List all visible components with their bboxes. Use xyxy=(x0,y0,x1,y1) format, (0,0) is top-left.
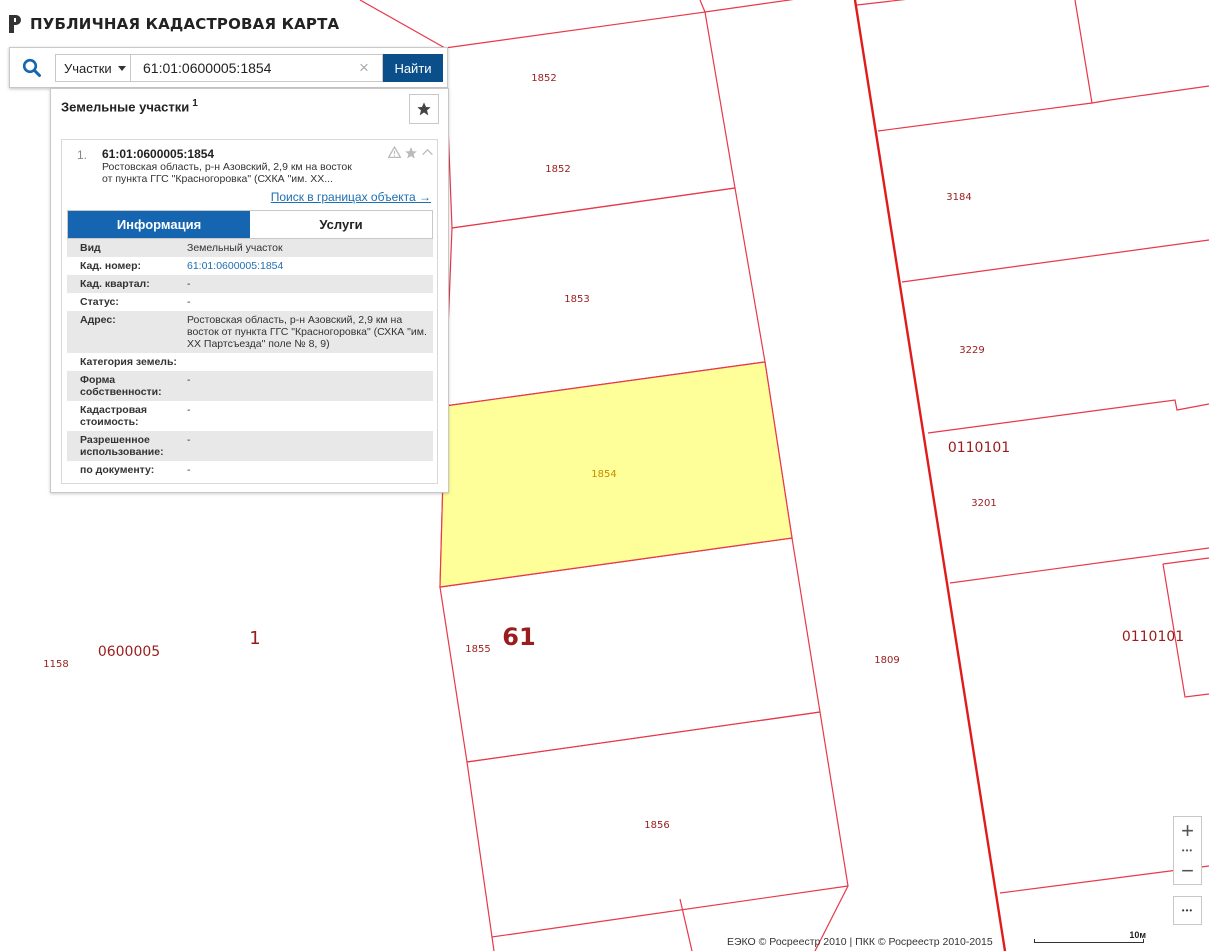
result-cad-number[interactable]: 61:01:0600005:1854 xyxy=(102,147,214,161)
chevron-up-icon[interactable] xyxy=(421,146,434,165)
info-value xyxy=(187,353,433,371)
parcel-1852[interactable] xyxy=(444,11,736,229)
more-button[interactable]: ••• xyxy=(1173,896,1202,925)
info-row: Кад. квартал: - xyxy=(67,275,433,293)
result-address: Ростовская область, р-н Азовский, 2,9 км… xyxy=(102,161,372,185)
info-key: Форма собственности: xyxy=(80,374,162,398)
info-row: Кад. номер: 61:01:0600005:1854 xyxy=(67,257,433,275)
info-row: Вид Земельный участок xyxy=(67,239,433,257)
info-row: Кадастровая стоимость: - xyxy=(67,401,433,431)
info-table: Вид Земельный участок Кад. номер: 61:01:060… xyxy=(67,239,433,479)
favorites-button[interactable] xyxy=(409,94,439,124)
region-label: 61 xyxy=(502,623,535,651)
zoom-out-button[interactable]: − xyxy=(1174,857,1201,884)
address-line: Ростовская область, р-н Азовский, 2,9 км… xyxy=(102,161,352,173)
results-count: 1 xyxy=(192,98,198,109)
zoom-in-button[interactable]: + xyxy=(1174,817,1201,844)
info-key: по документу: xyxy=(80,464,155,476)
info-value[interactable]: 61:01:0600005:1854 xyxy=(187,257,433,275)
parcel-label: 1853 xyxy=(564,294,589,305)
chevron-down-icon xyxy=(117,65,126,71)
search-input[interactable]: 61:01:0600005:1854 xyxy=(131,54,383,82)
info-value: - xyxy=(187,278,191,290)
search-bar: Участки 61:01:0600005:1854 × Найти xyxy=(9,47,448,88)
star-icon xyxy=(417,102,431,116)
tab-information[interactable]: Информация xyxy=(68,211,250,238)
info-key: Кадастровая стоимость: xyxy=(80,404,147,428)
info-value: Ростовская область, р-н Азовский, 2,9 км… xyxy=(187,314,427,350)
info-value: - xyxy=(187,296,191,308)
quarter-label: 0110101 xyxy=(1122,629,1184,645)
info-row: Категория земель: xyxy=(67,353,433,371)
info-row: Статус: - xyxy=(67,293,433,311)
star-icon[interactable] xyxy=(404,146,418,165)
info-value: - xyxy=(187,434,191,446)
info-key: Вид xyxy=(80,242,101,254)
district-label: 1 xyxy=(249,628,260,649)
info-key: Категория земель: xyxy=(80,356,177,368)
result-tools xyxy=(387,145,434,165)
quarter-label: 0600005 xyxy=(98,644,160,660)
info-key: Кад. номер: xyxy=(80,260,142,272)
address-line: от пункта ГГС "Красногоровка" (СХКА "им.… xyxy=(102,173,333,185)
scale-bar-line xyxy=(1034,939,1144,943)
scale-bar-label: 10м xyxy=(1129,930,1146,940)
results-panel: Земельные участки 1 1. 61:01:0600005:1854… xyxy=(50,88,449,493)
parcel-label-highlighted: 1854 xyxy=(591,469,616,480)
search-icon[interactable] xyxy=(22,58,42,78)
info-value: - xyxy=(187,404,191,416)
parcel-3229 xyxy=(901,239,1209,283)
zoom-control: + ••• − xyxy=(1173,816,1202,885)
quarter-boundary xyxy=(853,0,1007,951)
search-type-select[interactable]: Участки xyxy=(55,54,131,82)
parcel-label: 1809 xyxy=(874,655,899,666)
quarter-label: 0110101 xyxy=(948,440,1010,456)
info-key: Статус: xyxy=(80,296,119,308)
info-row: Форма собственности: - xyxy=(67,371,433,401)
info-key: Кад. квартал: xyxy=(80,278,150,290)
parcel-label: 1158 xyxy=(43,659,68,670)
panel-title-text: Земельные участки xyxy=(61,99,190,115)
parcel-label: 1852 xyxy=(545,164,570,175)
clear-icon[interactable]: × xyxy=(359,59,369,76)
info-key: Разрешенное использование: xyxy=(80,434,164,458)
result-index: 1. xyxy=(77,148,88,162)
panel-title: Земельные участки 1 xyxy=(61,98,198,114)
info-row: Адрес: Ростовская область, р-н Азовский, … xyxy=(67,311,433,353)
logo-icon xyxy=(9,15,21,33)
parcel-label: 3201 xyxy=(971,498,996,509)
info-value: Земельный участок xyxy=(187,242,283,254)
parcel-label: 3229 xyxy=(959,345,984,356)
app-title: ПУБЛИЧНАЯ КАДАСТРОВАЯ КАРТА xyxy=(30,15,340,33)
info-value: - xyxy=(187,374,191,386)
search-type-label: Участки xyxy=(64,60,112,76)
info-key: Адрес: xyxy=(80,314,116,326)
copyright: ЕЭКО © Росреестр 2010 | ПКК © Росреестр … xyxy=(727,936,993,948)
tab-services[interactable]: Услуги xyxy=(250,211,432,238)
parcel-label: 3184 xyxy=(946,192,971,203)
warning-icon[interactable] xyxy=(387,145,402,165)
search-in-bounds-link[interactable]: Поиск в границах объекта → xyxy=(271,190,431,204)
parcel-3184 xyxy=(1074,0,1209,104)
info-row: Разрешенное использование: - xyxy=(67,431,433,461)
scale-bar: 10м xyxy=(1034,930,1146,945)
info-row: по документу: - xyxy=(67,461,433,479)
parcel-label: 1856 xyxy=(644,820,669,831)
info-value: - xyxy=(187,464,191,476)
more-icon: ••• xyxy=(1181,906,1194,915)
zoom-slider[interactable]: ••• xyxy=(1174,844,1201,856)
parcel-label: 1855 xyxy=(465,644,490,655)
app-header: ПУБЛИЧНАЯ КАДАСТРОВАЯ КАРТА xyxy=(8,12,339,36)
parcel-3201 xyxy=(927,399,1209,434)
find-button[interactable]: Найти xyxy=(383,54,443,82)
result-card[interactable]: 1. 61:01:0600005:1854 Ростовская область… xyxy=(61,139,438,484)
parcel-label: 1852 xyxy=(531,73,556,84)
result-tabs: Информация Услуги xyxy=(67,210,433,239)
